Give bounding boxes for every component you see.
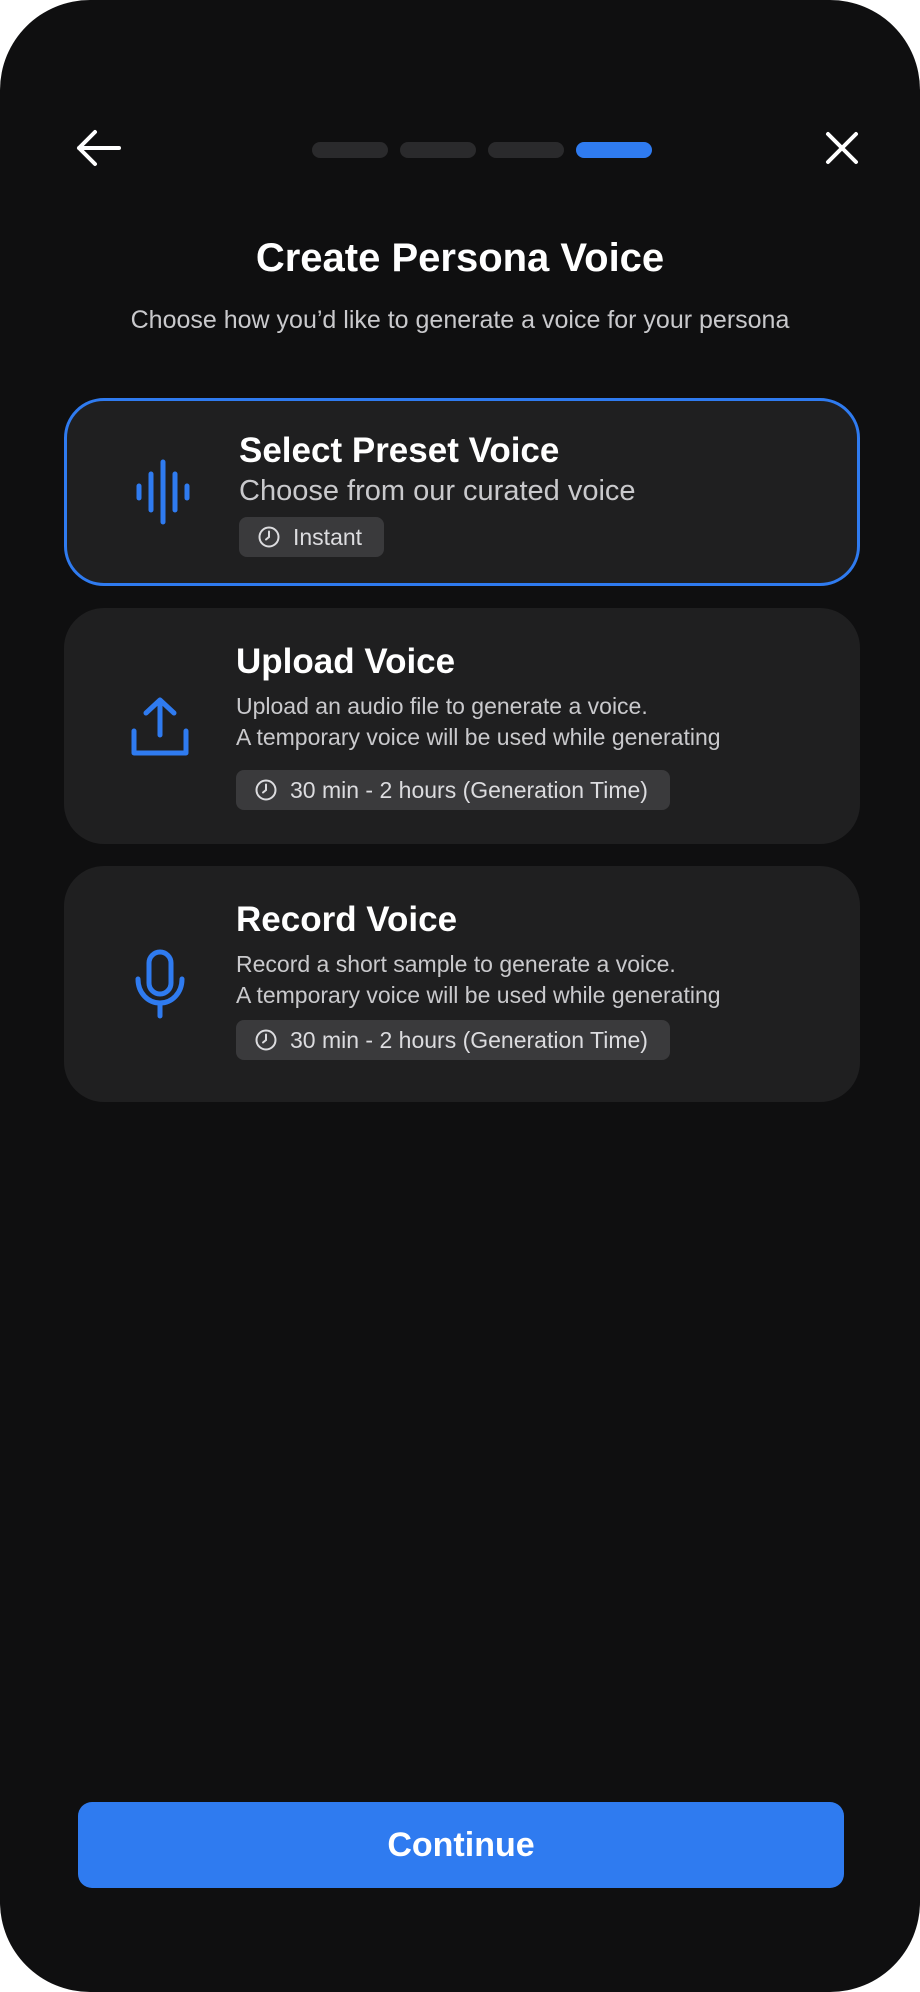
option-upload-voice[interactable]: Upload Voice Upload an audio file to gen…: [64, 608, 860, 844]
progress-step-2: [400, 142, 476, 158]
badge-label: 30 min - 2 hours (Generation Time): [290, 1026, 648, 1053]
microphone-icon: [135, 949, 185, 1019]
phone-screen: Create Persona Voice Choose how you’d li…: [0, 0, 920, 1992]
time-badge: 30 min - 2 hours (Generation Time): [236, 770, 670, 810]
page-title: Create Persona Voice: [255, 236, 665, 280]
option-preset-voice[interactable]: Select Preset Voice Choose from our cura…: [64, 398, 860, 586]
option-title: Record Voice: [236, 900, 458, 939]
option-description: Choose from our curated voice: [239, 475, 636, 507]
option-description-line-2: A temporary voice will be used while gen…: [236, 724, 721, 750]
option-icon: [120, 944, 200, 1024]
clock-icon: [255, 779, 277, 801]
time-badge: Instant: [239, 517, 385, 557]
close-button[interactable]: [806, 112, 878, 184]
clock-icon: [255, 1029, 277, 1051]
option-icon: [123, 452, 203, 532]
step-progress: [312, 142, 652, 158]
waveform-icon: [136, 459, 190, 525]
progress-step-1: [312, 142, 388, 158]
upload-icon: [131, 697, 189, 756]
page-subtitle: Choose how you’d like to generate a voic…: [130, 306, 790, 334]
option-description-line-2: A temporary voice will be used while gen…: [236, 982, 721, 1008]
time-badge: 30 min - 2 hours (Generation Time): [236, 1020, 670, 1060]
close-icon: [826, 132, 858, 164]
progress-step-4: [576, 142, 652, 158]
option-description-line-1: Record a short sample to generate a voic…: [236, 951, 676, 977]
arrow-left-icon: [77, 130, 121, 166]
badge-label: Instant: [293, 523, 363, 550]
option-description-line-1: Upload an audio file to generate a voice…: [236, 693, 648, 719]
option-title: Select Preset Voice: [239, 431, 560, 470]
back-button[interactable]: [62, 112, 134, 184]
option-title: Upload Voice: [236, 642, 456, 681]
progress-step-3: [488, 142, 564, 158]
badge-label: 30 min - 2 hours (Generation Time): [290, 776, 648, 803]
continue-button[interactable]: Continue: [78, 1802, 844, 1888]
option-icon: [120, 686, 200, 766]
option-record-voice[interactable]: Record Voice Record a short sample to ge…: [64, 866, 860, 1102]
clock-icon: [258, 526, 280, 548]
